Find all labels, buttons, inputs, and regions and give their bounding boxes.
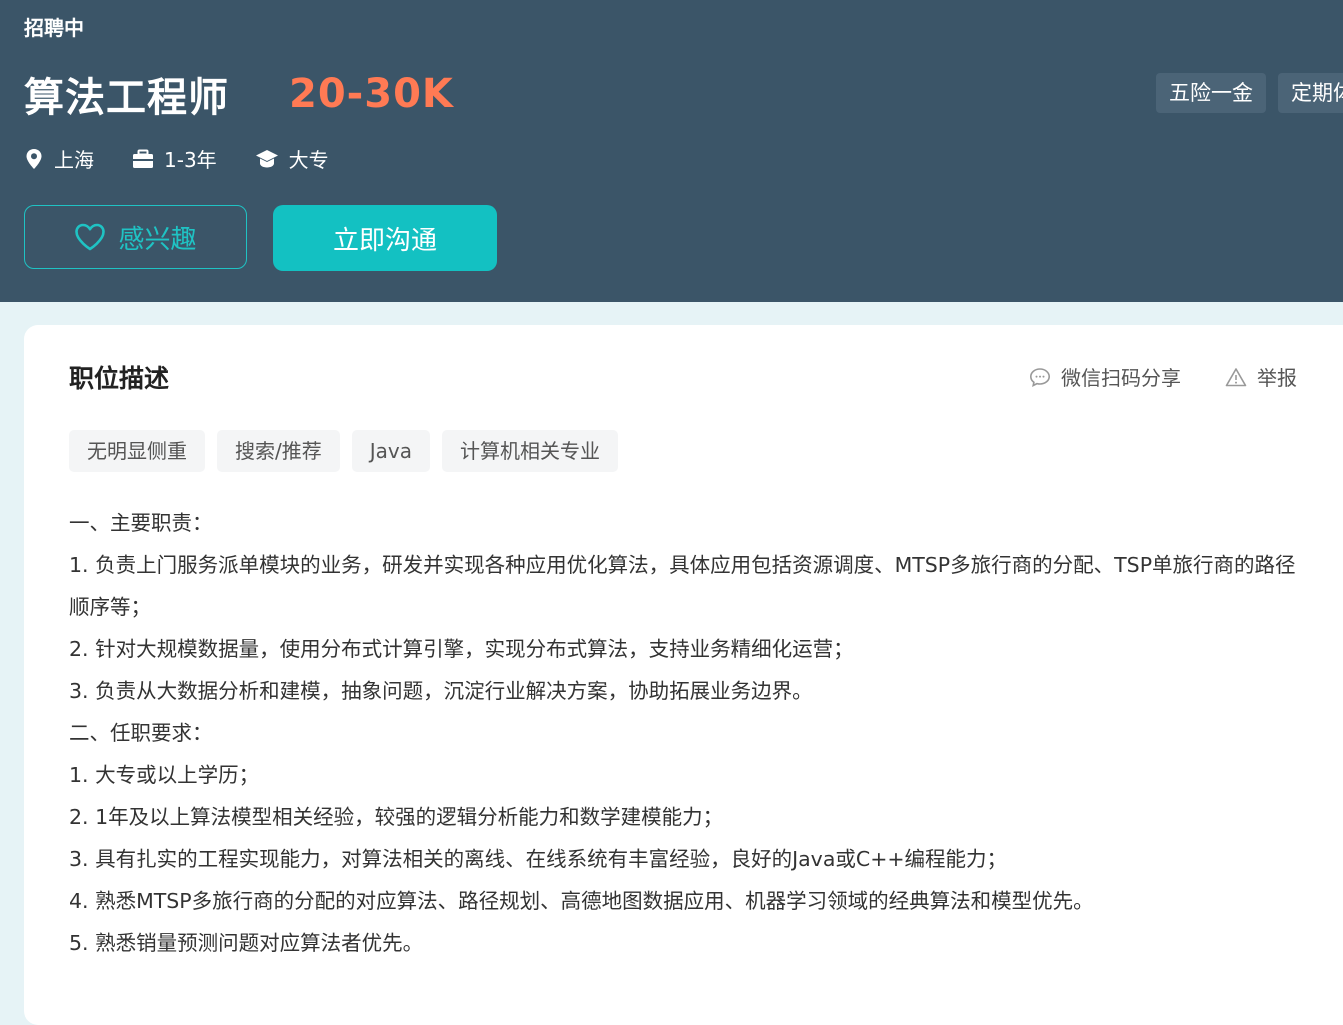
- benefit-tags: 五险一金 定期体: [1156, 73, 1343, 113]
- skill-tag: Java: [351, 430, 430, 472]
- education-text: 大专: [288, 148, 329, 172]
- heart-icon: [75, 223, 106, 251]
- wechat-share-link[interactable]: 微信扫码分享: [1029, 362, 1181, 391]
- description-line: 3. 具有扎实的工程实现能力，对算法相关的离线、在线系统有丰富经验，良好的Jav…: [69, 847, 1008, 871]
- job-description: 一、主要职责： 1. 负责上门服务派单模块的业务，研发并实现各种应用优化算法，具…: [69, 502, 1309, 964]
- description-line: 1. 负责上门服务派单模块的业务，研发并实现各种应用优化算法，具体应用包括资源调…: [69, 553, 1296, 619]
- chat-bubble-icon: [1029, 367, 1051, 387]
- meta-location: 上海: [24, 144, 94, 173]
- job-header: 招聘中 算法工程师 20-30K 五险一金 定期体 上海 1-3年: [0, 0, 1343, 302]
- description-line: 一、主要职责：: [69, 511, 213, 535]
- skill-tag: 无明显侧重: [69, 430, 205, 472]
- description-line: 1. 大专或以上学历；: [69, 763, 260, 787]
- meta-education: 大专: [255, 144, 329, 173]
- interest-label: 感兴趣: [118, 224, 197, 255]
- report-label: 举报: [1257, 366, 1297, 390]
- warning-triangle-icon: [1225, 367, 1247, 386]
- report-link[interactable]: 举报: [1225, 362, 1297, 391]
- description-line: 2. 针对大规模数据量，使用分布式计算引擎，实现分布式算法，支持业务精细化运营；: [69, 637, 854, 661]
- skill-tags: 无明显侧重 搜索/推荐 Java 计算机相关专业: [69, 430, 618, 472]
- description-line: 3. 负责从大数据分析和建模，抽象问题，沉淀行业解决方案，协助拓展业务边界。: [69, 679, 813, 703]
- section-title: 职位描述: [69, 364, 170, 393]
- interest-button[interactable]: 感兴趣: [24, 205, 247, 269]
- job-description-card: 职位描述 微信扫码分享 举报 无明显侧重 搜索/推荐 Java 计算机相关专业: [24, 325, 1343, 1025]
- share-label: 微信扫码分享: [1061, 366, 1181, 390]
- graduation-cap-icon: [255, 149, 278, 167]
- chat-now-button[interactable]: 立即沟通: [273, 205, 497, 271]
- location-pin-icon: [26, 148, 42, 169]
- skill-tag: 计算机相关专业: [442, 430, 618, 472]
- description-line: 5. 熟悉销量预测问题对应算法者优先。: [69, 931, 424, 955]
- title-row: 算法工程师 20-30K: [24, 66, 454, 122]
- card-tools: 微信扫码分享 举报: [1029, 362, 1297, 391]
- salary: 20-30K: [289, 71, 454, 117]
- description-line: 二、任职要求：: [69, 721, 213, 745]
- description-line: 4. 熟悉MTSP多旅行商的分配的对应算法、路径规划、高德地图数据应用、机器学习…: [69, 889, 1094, 913]
- location-text: 上海: [54, 148, 94, 172]
- benefit-tag: 五险一金: [1156, 73, 1266, 113]
- experience-text: 1-3年: [164, 148, 217, 172]
- skill-tag: 搜索/推荐: [217, 430, 340, 472]
- job-meta: 上海 1-3年 大专: [24, 144, 367, 173]
- benefit-tag: 定期体: [1278, 73, 1343, 113]
- meta-experience: 1-3年: [132, 144, 217, 173]
- description-line: 2. 1年及以上算法模型相关经验，较强的逻辑分析能力和数学建模能力；: [69, 805, 724, 829]
- job-title: 算法工程师: [24, 75, 229, 121]
- job-status: 招聘中: [24, 16, 84, 40]
- briefcase-icon: [133, 149, 153, 168]
